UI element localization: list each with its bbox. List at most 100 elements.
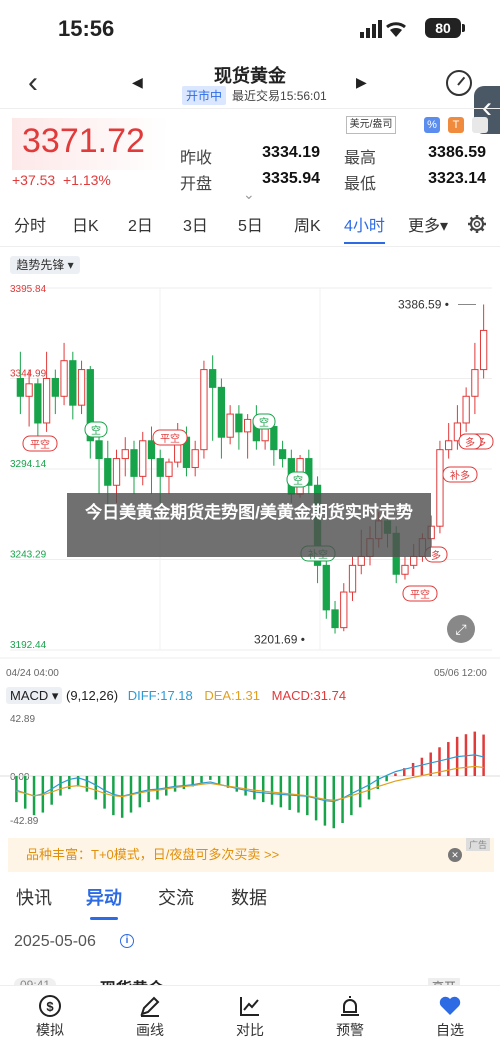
nav-simulate-label: 模拟 [36, 1022, 64, 1038]
signal-label: 空 [91, 424, 101, 437]
tab-movement[interactable]: 异动 [86, 884, 122, 920]
bottom-nav: $ 模拟 画线 对比 预警 自选 [0, 985, 500, 1052]
macd-bottom-label: -42.89 [10, 816, 39, 827]
min-price-label: 3201.69 • [254, 633, 305, 647]
nav-watchlist-label: 自选 [436, 1022, 464, 1038]
signal-label: 平空 [160, 432, 180, 445]
macd-zero-label: 0.00 [10, 772, 30, 783]
nav-alert-label: 预警 [336, 1022, 364, 1038]
candle-body [121, 449, 129, 460]
expand-icon[interactable]: ⤢ [447, 615, 475, 643]
candle-body [322, 564, 330, 611]
font-icon[interactable]: T [448, 117, 464, 133]
candle-body [340, 591, 348, 629]
tab-flash[interactable]: 快讯 [16, 884, 52, 910]
change-value: +37.53 [12, 172, 56, 188]
x-end-label: 05/06 12:00 [434, 668, 487, 679]
signal-label: 空 [259, 416, 269, 429]
chevron-down-icon[interactable]: ⌄ [243, 186, 255, 203]
tab-more-label: 更多 [408, 218, 441, 235]
tab-minute[interactable]: 分时 [14, 212, 46, 236]
candle-body [139, 440, 147, 477]
tab-4hour[interactable]: 4小时 [344, 212, 385, 244]
period-tabs: 分时 日K 2日 3日 5日 周K 4小时 更多▾ [0, 212, 500, 244]
candle-body [243, 418, 252, 433]
close-icon[interactable]: ✕ [448, 848, 462, 862]
market-status-badge: 开市中 [182, 86, 227, 105]
settings-mini-icon[interactable] [472, 117, 488, 133]
signal-wifi-icon [360, 20, 406, 38]
candle-body [16, 377, 25, 397]
signal-label: 多 [431, 549, 441, 562]
tab-2day[interactable]: 2日 [128, 212, 153, 236]
chart-compare-icon [215, 994, 285, 1020]
candle-body [156, 458, 164, 477]
tab-data[interactable]: 数据 [231, 884, 267, 910]
tab-weekly[interactable]: 周K [294, 212, 321, 236]
info-icon[interactable]: i [120, 934, 134, 948]
candle-body [226, 413, 234, 438]
macd-header: MACD ▾ (9,12,26) DIFF:17.18 DEA:1.31 MAC… [6, 687, 346, 704]
nav-compare[interactable]: 对比 [215, 986, 285, 1040]
tab-more[interactable]: 更多▾ [408, 212, 448, 236]
trade-status: 开市中 最近交易15:56:01 [182, 86, 327, 105]
nav-watchlist[interactable]: 自选 [415, 986, 485, 1040]
nav-simulate[interactable]: $ 模拟 [15, 986, 85, 1040]
last-price: 3371.72 [22, 122, 145, 160]
macd-dea: DEA:1.31 [204, 688, 261, 703]
candle-body [479, 329, 488, 371]
nav-compare-label: 对比 [236, 1022, 264, 1038]
candle-body [462, 395, 470, 424]
battery-indicator: 80 [425, 18, 465, 38]
tab-5day[interactable]: 5日 [238, 212, 263, 236]
news-date: 2025-05-06 [14, 933, 96, 950]
unit-selector[interactable]: 美元/盎司 [346, 116, 396, 134]
signal-label: 平空 [410, 588, 430, 601]
gear-icon[interactable] [467, 214, 487, 234]
indicator-selector[interactable]: 趋势先锋 ▾ [10, 256, 80, 274]
high-label: 最高 [344, 150, 377, 167]
candle-body [410, 555, 418, 566]
candlestick-chart[interactable]: 3395.84 3344.99 3294.14 3243.29 3192.44 3386.… [0, 280, 500, 680]
candle-body [77, 369, 86, 406]
promo-banner[interactable]: 品种丰富：T+0模式，日/夜盘可多次买卖 >> [8, 838, 494, 872]
candle-body [445, 440, 453, 451]
candle-body [51, 377, 59, 397]
watermark-overlay: 今日美黄金期货走势图/美黄金期货实时走势 [67, 493, 431, 557]
svg-text:$: $ [46, 999, 54, 1014]
max-price-label: 3386.59 • [398, 297, 449, 311]
refresh-icon[interactable] [446, 70, 472, 96]
candle-body [191, 449, 199, 468]
candle-body [165, 461, 173, 477]
clock: 15:56 [58, 16, 115, 41]
prev-close-value: 3334.19 [262, 144, 320, 161]
candle-body [130, 449, 138, 477]
tab-daily[interactable]: 日K [72, 212, 99, 236]
signal-label: 空 [293, 474, 303, 487]
high-value: 3386.59 [428, 144, 486, 161]
nav-draw-label: 画线 [136, 1022, 164, 1038]
next-symbol-button[interactable]: ▶ [356, 74, 367, 91]
tab-discussion[interactable]: 交流 [158, 884, 194, 910]
candle-body [278, 449, 287, 460]
candle-body [25, 383, 33, 397]
price-change: +37.53 +1.13% [12, 172, 111, 188]
candle-body [401, 564, 409, 575]
candle-body [112, 458, 121, 486]
nav-draw[interactable]: 画线 [115, 986, 185, 1040]
macd-chart: 42.89 0.00 -42.89 [0, 714, 500, 829]
last-trade-time: 最近交易15:56:01 [232, 89, 327, 103]
candle-body [357, 555, 365, 566]
candle-body [95, 440, 103, 460]
candle-body [60, 360, 68, 397]
macd-selector[interactable]: MACD ▾ [6, 687, 63, 704]
status-bar: 15:56 80 [0, 0, 500, 58]
candle-body [235, 413, 243, 433]
candle-body [42, 377, 51, 424]
tab-3day[interactable]: 3日 [183, 212, 208, 236]
percent-icon[interactable]: % [424, 117, 440, 133]
low-value: 3323.14 [428, 170, 486, 187]
nav-header: ‹ ◀ 现货黄金 开市中 最近交易15:56:01 ▶ [0, 58, 500, 108]
macd-top-label: 42.89 [10, 714, 35, 725]
nav-alert[interactable]: 预警 [315, 986, 385, 1040]
